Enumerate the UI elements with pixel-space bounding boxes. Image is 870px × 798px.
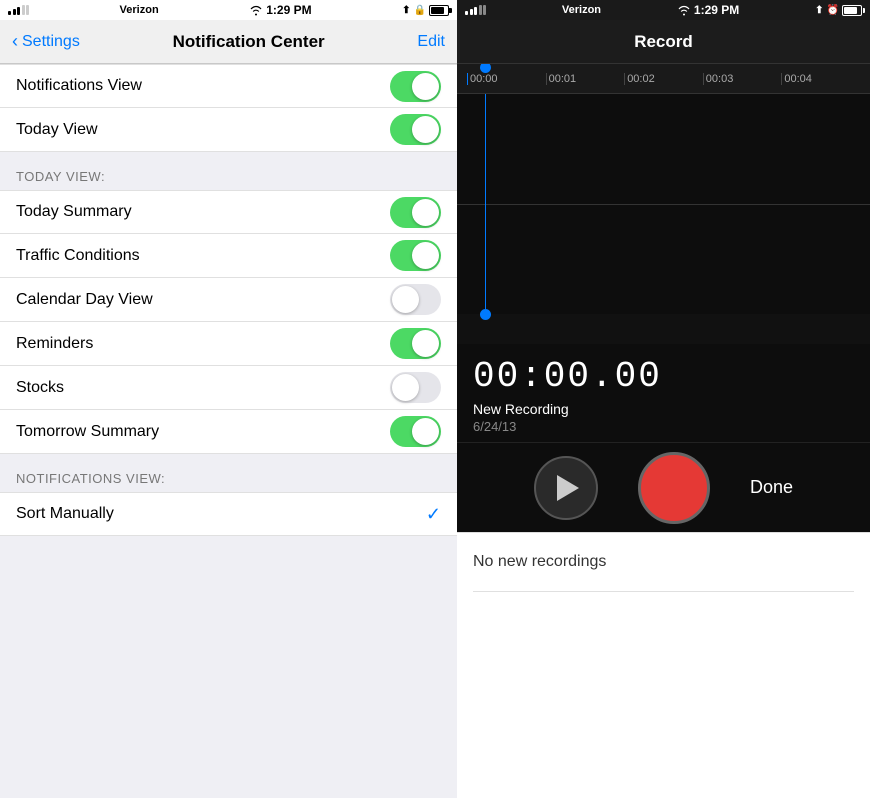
stocks-toggle[interactable] [390, 372, 441, 403]
toggle-knob [412, 199, 439, 226]
today-summary-toggle[interactable] [390, 197, 441, 228]
ruler-mark-1: 00:01 [549, 73, 577, 85]
recording-name: New Recording [473, 401, 854, 417]
alarm-icon-right: ⏰ [827, 5, 839, 16]
left-panel: Verizon 1:29 PM ⬆ 🔒 ‹ Settings Notificat… [0, 0, 457, 798]
tomorrow-summary-toggle[interactable] [390, 416, 441, 447]
row-today-summary[interactable]: Today Summary [0, 190, 457, 234]
playhead-dot-bottom [480, 309, 491, 320]
left-status-bar: Verizon 1:29 PM ⬆ 🔒 [0, 0, 457, 20]
section-today-view: TODAY VIEW: [0, 152, 457, 190]
row-sort-manually[interactable]: Sort Manually ✓ [0, 492, 457, 536]
ruler-mark-2: 00:02 [627, 73, 655, 85]
right-panel: Verizon 1:29 PM ⬆ ⏰ Record 00: [457, 0, 870, 798]
location-icon-left: ⬆ [402, 5, 410, 16]
done-button[interactable]: Done [750, 477, 793, 498]
checkmark-icon: ✓ [426, 504, 441, 525]
row-notifications-view[interactable]: Notifications View [0, 64, 457, 108]
reminders-toggle[interactable] [390, 328, 441, 359]
reminders-label: Reminders [16, 335, 93, 353]
toggle-knob [392, 374, 419, 401]
traffic-conditions-label: Traffic Conditions [16, 247, 140, 265]
left-time: 1:29 PM [266, 3, 311, 17]
lock-icon-left: 🔒 [414, 5, 426, 16]
notifications-view-toggle[interactable] [390, 71, 441, 102]
ruler-mark-4: 00:04 [784, 73, 812, 85]
record-nav: Record [457, 20, 870, 64]
chevron-left-icon: ‹ [12, 31, 18, 52]
section-notifications-label: NOTIFICATIONS VIEW: [16, 471, 165, 486]
nav-title: Notification Center [173, 32, 325, 52]
toggle-knob [412, 418, 439, 445]
play-button[interactable] [534, 456, 598, 520]
edit-button[interactable]: Edit [417, 33, 445, 51]
calendar-day-view-label: Calendar Day View [16, 291, 153, 309]
right-status-bar: Verizon 1:29 PM ⬆ ⏰ [457, 0, 870, 20]
row-stocks[interactable]: Stocks [0, 366, 457, 410]
toggle-knob [412, 73, 439, 100]
no-recordings-divider [473, 591, 854, 592]
calendar-day-view-toggle[interactable] [390, 284, 441, 315]
settings-list: Notifications View Today View TODAY VIEW… [0, 64, 457, 798]
signal-dots-left [8, 5, 29, 15]
row-reminders[interactable]: Reminders [0, 322, 457, 366]
row-calendar-day-view[interactable]: Calendar Day View [0, 278, 457, 322]
sort-manually-label: Sort Manually [16, 505, 114, 523]
timeline-ruler: 00:00 00:01 00:02 00:03 00:04 [457, 64, 870, 94]
right-carrier: Verizon [562, 4, 601, 16]
today-summary-label: Today Summary [16, 203, 132, 221]
today-view-label: Today View [16, 121, 98, 139]
row-tomorrow-summary[interactable]: Tomorrow Summary [0, 410, 457, 454]
right-time: 1:29 PM [694, 3, 739, 17]
no-recordings-area: No new recordings [457, 532, 870, 798]
traffic-conditions-toggle[interactable] [390, 240, 441, 271]
left-carrier: Verizon [120, 4, 159, 16]
back-label: Settings [22, 33, 80, 51]
toggle-knob [412, 242, 439, 269]
toggle-knob [392, 286, 419, 313]
today-view-rows: Today Summary Traffic Conditions Calenda… [0, 190, 457, 454]
recording-time: 00:00.00 [473, 356, 854, 397]
record-title: Record [634, 32, 693, 52]
section-today-label: TODAY VIEW: [16, 169, 105, 184]
record-button[interactable] [638, 452, 710, 524]
toggle-knob [412, 330, 439, 357]
waveform-playhead-line [485, 94, 486, 314]
today-view-toggle[interactable] [390, 114, 441, 145]
row-today-view[interactable]: Today View [0, 108, 457, 152]
notifications-view-rows: Sort Manually ✓ [0, 492, 457, 536]
ruler-mark-3: 00:03 [706, 73, 734, 85]
row-traffic-conditions[interactable]: Traffic Conditions [0, 234, 457, 278]
section-notifications-view: NOTIFICATIONS VIEW: [0, 454, 457, 492]
wifi-icon-left [249, 5, 263, 16]
battery-icon-left [429, 5, 449, 16]
battery-icon-right [842, 5, 862, 16]
location-icon-right: ⬆ [815, 5, 823, 16]
controls-area: Done [457, 442, 870, 532]
ruler-mark-0: 00:00 [470, 73, 498, 85]
back-button[interactable]: ‹ Settings [12, 31, 80, 52]
recording-info: 00:00.00 New Recording 6/24/13 [457, 344, 870, 442]
wifi-icon-right [677, 5, 691, 16]
waveform-area: 00:00 00:01 00:02 00:03 00:04 [457, 64, 870, 344]
stocks-label: Stocks [16, 379, 64, 397]
notifications-view-label: Notifications View [16, 77, 142, 95]
waveform-canvas [457, 94, 870, 314]
tomorrow-summary-label: Tomorrow Summary [16, 423, 159, 441]
left-nav-bar: ‹ Settings Notification Center Edit [0, 20, 457, 64]
recording-date: 6/24/13 [473, 419, 854, 434]
toggle-knob [412, 116, 439, 143]
play-icon [557, 475, 579, 501]
no-recordings-text: No new recordings [473, 553, 606, 570]
